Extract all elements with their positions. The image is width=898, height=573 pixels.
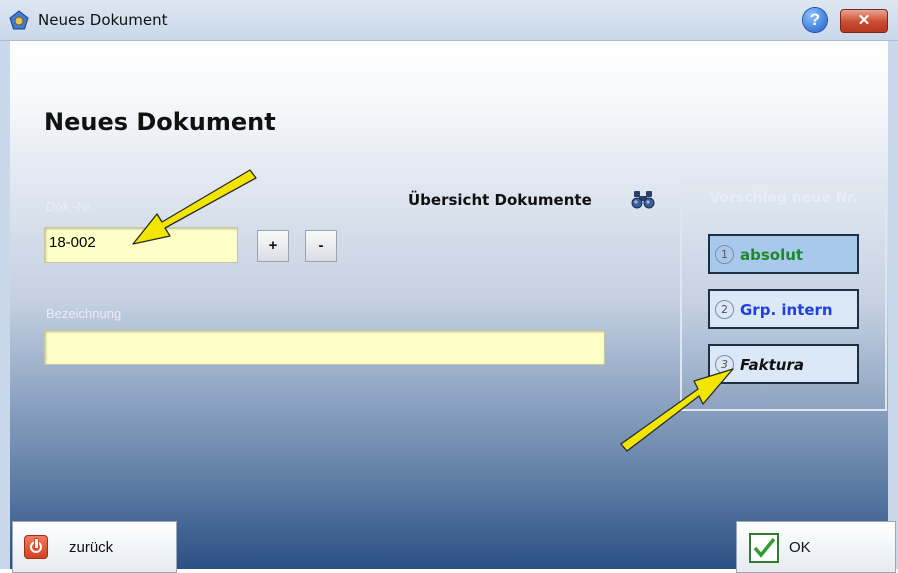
binoculars-icon[interactable] (630, 188, 656, 210)
option-faktura-label: Faktura (740, 356, 804, 374)
increment-button[interactable]: + (257, 230, 289, 262)
close-button[interactable]: ✕ (840, 9, 888, 33)
option-grp-intern-label: Grp. intern (740, 301, 833, 319)
window-frame-right (888, 41, 898, 569)
bezeichnung-label: Bezeichnung (46, 306, 122, 321)
decrement-button[interactable]: - (305, 230, 337, 262)
window-title: Neues Dokument (38, 11, 168, 29)
option-absolut-label: absolut (740, 246, 804, 264)
ok-button-label: OK (789, 539, 811, 556)
option-absolut-button[interactable]: 1 absolut (708, 234, 859, 274)
doc-nr-input[interactable]: 18-002 (44, 227, 238, 263)
option-grp-intern-button[interactable]: 2 Grp. intern (708, 289, 859, 329)
option-number-2: 2 (715, 300, 734, 319)
page-title: Neues Dokument (44, 108, 276, 136)
ok-button[interactable]: OK (736, 521, 896, 573)
option-number-1: 1 (715, 245, 734, 264)
title-bar: Neues Dokument ? ✕ (0, 0, 898, 41)
doc-nr-label: Dok.-Nr. (46, 199, 94, 214)
app-icon (9, 10, 29, 30)
help-button[interactable]: ? (803, 8, 827, 32)
vorschlag-group-title: Vorschlag neue Nr. (709, 190, 858, 206)
option-number-3: 3 (715, 355, 734, 374)
option-faktura-button[interactable]: 3 Faktura (708, 344, 859, 384)
power-icon (24, 535, 48, 559)
bezeichnung-input[interactable] (44, 330, 605, 365)
back-button[interactable]: zurück (12, 521, 177, 573)
window-frame-left (0, 41, 10, 569)
back-button-label: zurück (69, 539, 114, 556)
overview-documents-label: Übersicht Dokumente (408, 191, 592, 209)
checkmark-icon (749, 533, 779, 563)
